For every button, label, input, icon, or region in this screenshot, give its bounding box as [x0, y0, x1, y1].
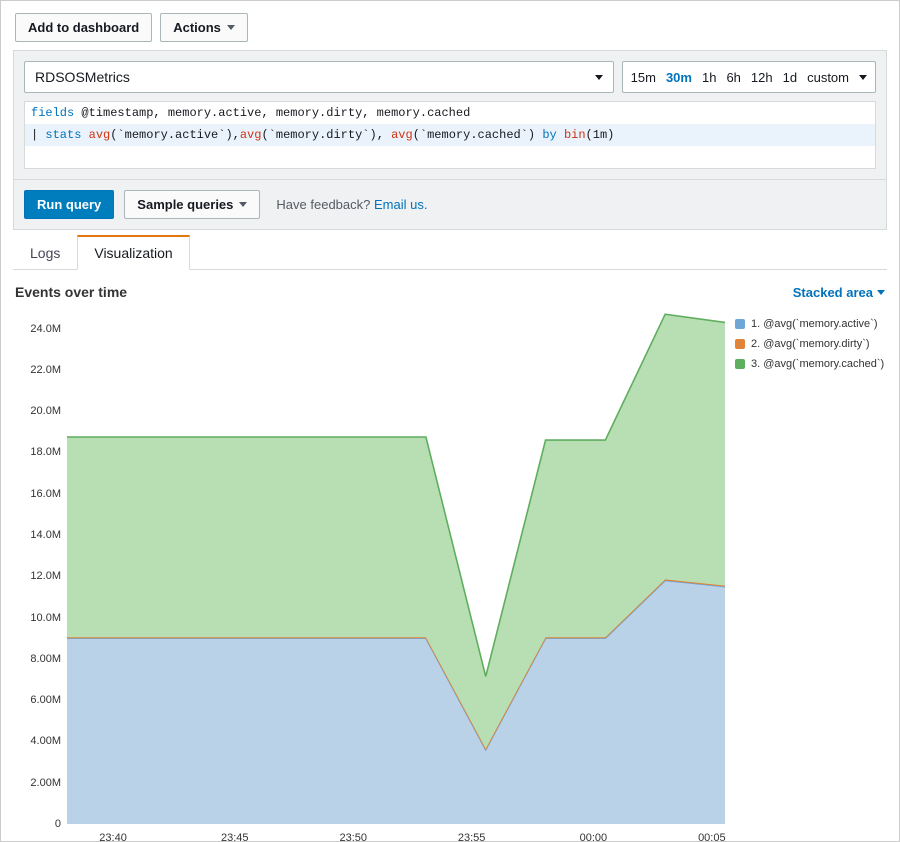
y-axis: 02.00M4.00M6.00M8.00M10.0M12.0M14.0M16.0… — [15, 308, 67, 824]
keyword-fields: fields — [31, 106, 74, 120]
y-tick-label: 0 — [55, 818, 61, 830]
chevron-down-icon — [877, 290, 885, 295]
y-tick-label: 8.00M — [30, 653, 61, 665]
y-tick-label: 6.00M — [30, 694, 61, 706]
time-option-12h[interactable]: 12h — [751, 70, 773, 85]
chart-type-select[interactable]: Stacked area — [793, 285, 885, 300]
chart-area: Events over time Stacked area 0 2.00M 4.00… — [1, 270, 899, 842]
time-option-1d[interactable]: 1d — [783, 70, 797, 85]
tab-visualization[interactable]: Visualization — [77, 235, 189, 270]
chart-plot: 0 2.00M 4.00M 6.00M 8.00M 10.0M 12.0M 14.0M 16.0… — [15, 308, 725, 842]
email-us-link[interactable]: Email us. — [374, 197, 427, 212]
y-tick-label: 20.0M — [30, 405, 61, 417]
run-query-button[interactable]: Run query — [24, 190, 114, 219]
x-axis: 23:40 23:45 23:50 23:55 00:00 00:05 — [67, 832, 725, 842]
query-panel: RDSOSMetrics 15m 30m 1h 6h 12h 1d custom field… — [13, 50, 887, 180]
y-tick-label: 10.0M — [30, 612, 61, 624]
fn-avg: avg — [89, 128, 111, 142]
x-tick-label: 23:40 — [99, 832, 127, 842]
x-tick-label: 00:05 — [698, 832, 726, 842]
fn-avg: avg — [391, 128, 413, 142]
y-tick-label: 14.0M — [30, 529, 61, 541]
query-editor[interactable]: fields @timestamp, memory.active, memory… — [24, 101, 876, 169]
y-tick-label: 16.0M — [30, 488, 61, 500]
results-tabs: Logs Visualization — [13, 230, 887, 270]
sample-queries-button[interactable]: Sample queries — [124, 190, 260, 219]
log-group-value: RDSOSMetrics — [35, 69, 130, 85]
chevron-down-icon — [595, 75, 603, 80]
fn-bin: bin — [564, 128, 586, 142]
time-option-1h[interactable]: 1h — [702, 70, 716, 85]
legend-swatch — [735, 319, 745, 329]
legend-swatch — [735, 339, 745, 349]
legend-item[interactable]: 3. @avg(`memory.cached`) — [735, 358, 884, 370]
legend-swatch — [735, 359, 745, 369]
x-tick-label: 23:50 — [339, 832, 367, 842]
x-tick-label: 23:45 — [221, 832, 249, 842]
time-range-picker[interactable]: 15m 30m 1h 6h 12h 1d custom — [622, 61, 876, 93]
query-line-2: | stats avg(`memory.active`),avg(`memory… — [25, 124, 875, 146]
y-tick-label: 4.00M — [30, 735, 61, 747]
keyword-stats: stats — [45, 128, 88, 142]
actions-button[interactable]: Actions — [160, 13, 248, 42]
time-option-6h[interactable]: 6h — [726, 70, 740, 85]
legend-item[interactable]: 1. @avg(`memory.active`) — [735, 318, 884, 330]
chart-header: Events over time Stacked area — [15, 284, 885, 300]
y-tick-label: 24.0M — [30, 323, 61, 335]
keyword-by: by — [542, 128, 564, 142]
x-tick-label: 00:00 — [580, 832, 608, 842]
app-frame: Add to dashboard Actions RDSOSMetrics 15… — [0, 0, 900, 842]
chart-body: 0 2.00M 4.00M 6.00M 8.00M 10.0M 12.0M 14.0M 16.0… — [15, 308, 885, 842]
feedback-text: Have feedback? Email us. — [276, 197, 427, 212]
chart-svg — [67, 308, 725, 824]
y-tick-label: 2.00M — [30, 777, 61, 789]
chart-legend: 1. @avg(`memory.active`) 2. @avg(`memory.… — [735, 308, 884, 842]
tab-logs[interactable]: Logs — [13, 236, 77, 270]
legend-label: 3. @avg(`memory.cached`) — [751, 358, 884, 370]
actions-label: Actions — [173, 20, 221, 35]
chevron-down-icon — [227, 25, 235, 30]
y-tick-label: 12.0M — [30, 570, 61, 582]
top-toolbar: Add to dashboard Actions — [1, 1, 899, 48]
chevron-down-icon — [239, 202, 247, 207]
y-tick-label: 22.0M — [30, 364, 61, 376]
query-actions: Run query Sample queries Have feedback? … — [13, 180, 887, 230]
legend-item[interactable]: 2. @avg(`memory.dirty`) — [735, 338, 884, 350]
controls-row: RDSOSMetrics 15m 30m 1h 6h 12h 1d custom — [24, 61, 876, 93]
y-tick-label: 18.0M — [30, 446, 61, 458]
add-to-dashboard-button[interactable]: Add to dashboard — [15, 13, 152, 42]
chart-title: Events over time — [15, 284, 127, 300]
chevron-down-icon — [859, 75, 867, 80]
query-line-1: fields @timestamp, memory.active, memory… — [25, 102, 875, 124]
time-option-30m[interactable]: 30m — [666, 70, 692, 85]
fn-avg: avg — [240, 128, 262, 142]
legend-label: 2. @avg(`memory.dirty`) — [751, 338, 870, 350]
log-group-select[interactable]: RDSOSMetrics — [24, 61, 614, 93]
time-option-15m[interactable]: 15m — [631, 70, 656, 85]
time-option-custom[interactable]: custom — [807, 70, 849, 85]
x-tick-label: 23:55 — [458, 832, 486, 842]
legend-label: 1. @avg(`memory.active`) — [751, 318, 877, 330]
